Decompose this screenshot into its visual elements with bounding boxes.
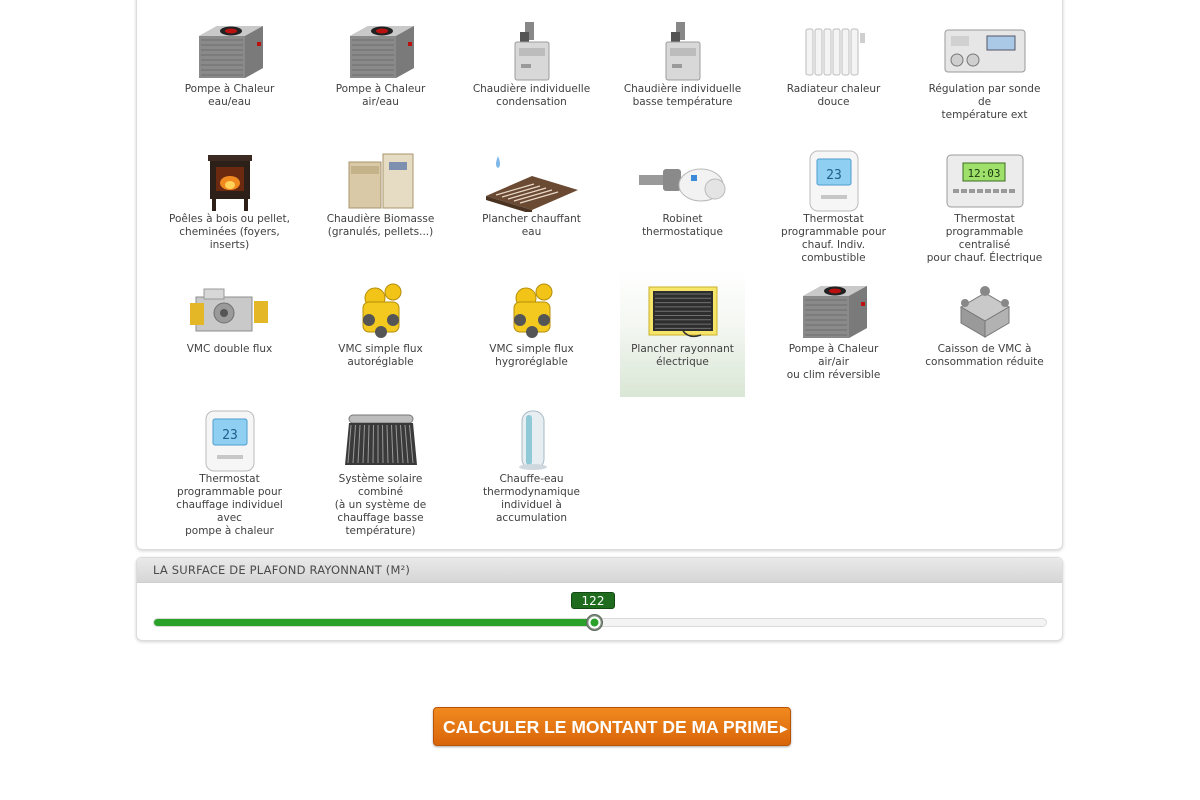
vmc-double-flux-icon — [167, 281, 292, 341]
product-tile[interactable]: 12:03 Thermostat programmable centralisé po… — [922, 139, 1047, 267]
central-thermostat-icon: 12:03 — [922, 151, 1047, 211]
product-tile[interactable]: VMC simple flux hygroréglable — [469, 269, 594, 397]
product-tile[interactable]: Chauffe-eau thermodynamique individuel à a… — [469, 399, 594, 527]
electric-floor-heating-icon — [620, 281, 745, 341]
product-tile[interactable]: Radiateur chaleur douce — [771, 9, 896, 137]
product-tile[interactable]: Caisson de VMC à consommation réduite — [922, 269, 1047, 397]
product-label: VMC double flux — [186, 343, 273, 355]
boiler-icon — [620, 21, 745, 81]
thermostat-icon: 23 — [771, 150, 896, 212]
product-label: Pompe à Chaleur eau/eau — [184, 83, 275, 108]
slider-value-badge: 122 — [571, 592, 615, 609]
product-tile[interactable]: Pompe à Chaleur eau/eau — [167, 9, 292, 137]
product-tile[interactable]: VMC double flux — [167, 269, 292, 397]
boiler-icon — [469, 21, 594, 81]
product-label: Chaudière individuelle condensation — [472, 83, 591, 108]
product-label: Thermostat programmable centralisé pour ch… — [926, 213, 1043, 264]
product-label: Pompe à Chaleur air/air ou clim réversibl… — [786, 343, 881, 381]
product-tile[interactable]: Chaudière individuelle condensation — [469, 9, 594, 137]
product-label: Système solaire combiné (à un système de c… — [334, 473, 427, 537]
water-heater-icon — [469, 410, 594, 471]
product-tile[interactable]: Chaudière Biomasse (granulés, pellets...) — [318, 139, 443, 267]
heat-pump-icon — [318, 21, 443, 81]
product-label: Régulation par sonde de température ext — [928, 83, 1041, 121]
product-label: Thermostat programmable pour chauf. Indiv.… — [781, 213, 886, 264]
product-tile[interactable]: VMC simple flux autoréglable — [318, 269, 443, 397]
vmc-simple-flux-icon — [318, 281, 443, 341]
thermostatic-valve-icon — [620, 151, 745, 211]
product-label: Caisson de VMC à consommation réduite — [925, 343, 1044, 368]
product-tile[interactable]: Plancher chauffant eau — [469, 139, 594, 267]
product-label: VMC simple flux autoréglable — [338, 343, 423, 368]
svg-text:23: 23 — [222, 428, 238, 443]
product-label: Pompe à Chaleur air/eau — [335, 83, 426, 108]
slider-fill — [154, 619, 594, 626]
product-tile[interactable]: Chaudière individuelle basse température — [620, 9, 745, 137]
slider-handle[interactable] — [586, 614, 603, 631]
thermostat-icon: 23 — [167, 410, 292, 472]
arrow-right-icon: ► — [777, 721, 791, 736]
radiator-icon — [771, 21, 896, 81]
heating-products-panel: Pompe à Chaleur eau/eau Pompe à Chaleur ai… — [136, 0, 1063, 550]
svg-text:12:03: 12:03 — [967, 167, 1000, 180]
slider-title: LA SURFACE DE PLAFOND RAYONNANT (M²) — [137, 558, 1062, 583]
product-tile[interactable]: Poêles à bois ou pellet, cheminées (foyer… — [167, 139, 292, 267]
stove-icon — [167, 151, 292, 211]
biomass-boiler-icon — [318, 151, 443, 211]
product-tile[interactable]: Pompe à Chaleur air/air ou clim réversibl… — [771, 269, 896, 397]
product-tile[interactable]: 23 Thermostat programmable pour chauffage i… — [167, 399, 292, 537]
product-label: Plancher chauffant eau — [482, 213, 581, 238]
product-tile[interactable]: Plancher rayonnant électrique — [620, 269, 745, 397]
product-label: Thermostat programmable pour chauffage ind… — [176, 473, 283, 537]
product-label: Plancher rayonnant électrique — [631, 343, 734, 368]
vmc-box-icon — [922, 281, 1047, 341]
vmc-simple-flux-icon — [469, 281, 594, 341]
heat-pump-icon — [771, 281, 896, 341]
water-floor-heating-icon — [469, 151, 594, 212]
product-label: Chaudière individuelle basse température — [623, 83, 742, 108]
product-label: Chaudière Biomasse (granulés, pellets...) — [326, 213, 435, 238]
product-tile[interactable]: Robinet thermostatique — [620, 139, 745, 267]
svg-text:23: 23 — [826, 168, 842, 183]
product-tile[interactable]: Pompe à Chaleur air/eau — [318, 9, 443, 137]
regulator-icon — [922, 21, 1047, 81]
product-tile[interactable]: 23 Thermostat programmable pour chauf. Indi… — [771, 139, 896, 267]
product-tile[interactable]: Système solaire combiné (à un système de c… — [318, 399, 443, 537]
surface-slider-panel: LA SURFACE DE PLAFOND RAYONNANT (M²) 122 — [136, 557, 1063, 641]
heat-pump-icon — [167, 21, 292, 81]
product-label: VMC simple flux hygroréglable — [489, 343, 574, 368]
product-label: Robinet thermostatique — [642, 213, 723, 238]
surface-slider-track[interactable] — [153, 614, 1047, 631]
product-label: Poêles à bois ou pellet, cheminées (foyer… — [169, 213, 290, 251]
product-label: Chauffe-eau thermodynamique individuel à a… — [483, 473, 580, 524]
product-tile[interactable]: Régulation par sonde de température ext — [922, 9, 1047, 137]
calculate-prime-label: CALCULER LE MONTANT DE MA PRIME — [443, 717, 779, 737]
calculate-prime-button[interactable]: CALCULER LE MONTANT DE MA PRIME► — [433, 707, 791, 746]
solar-collector-icon — [318, 411, 443, 471]
product-label: Radiateur chaleur douce — [786, 83, 881, 108]
